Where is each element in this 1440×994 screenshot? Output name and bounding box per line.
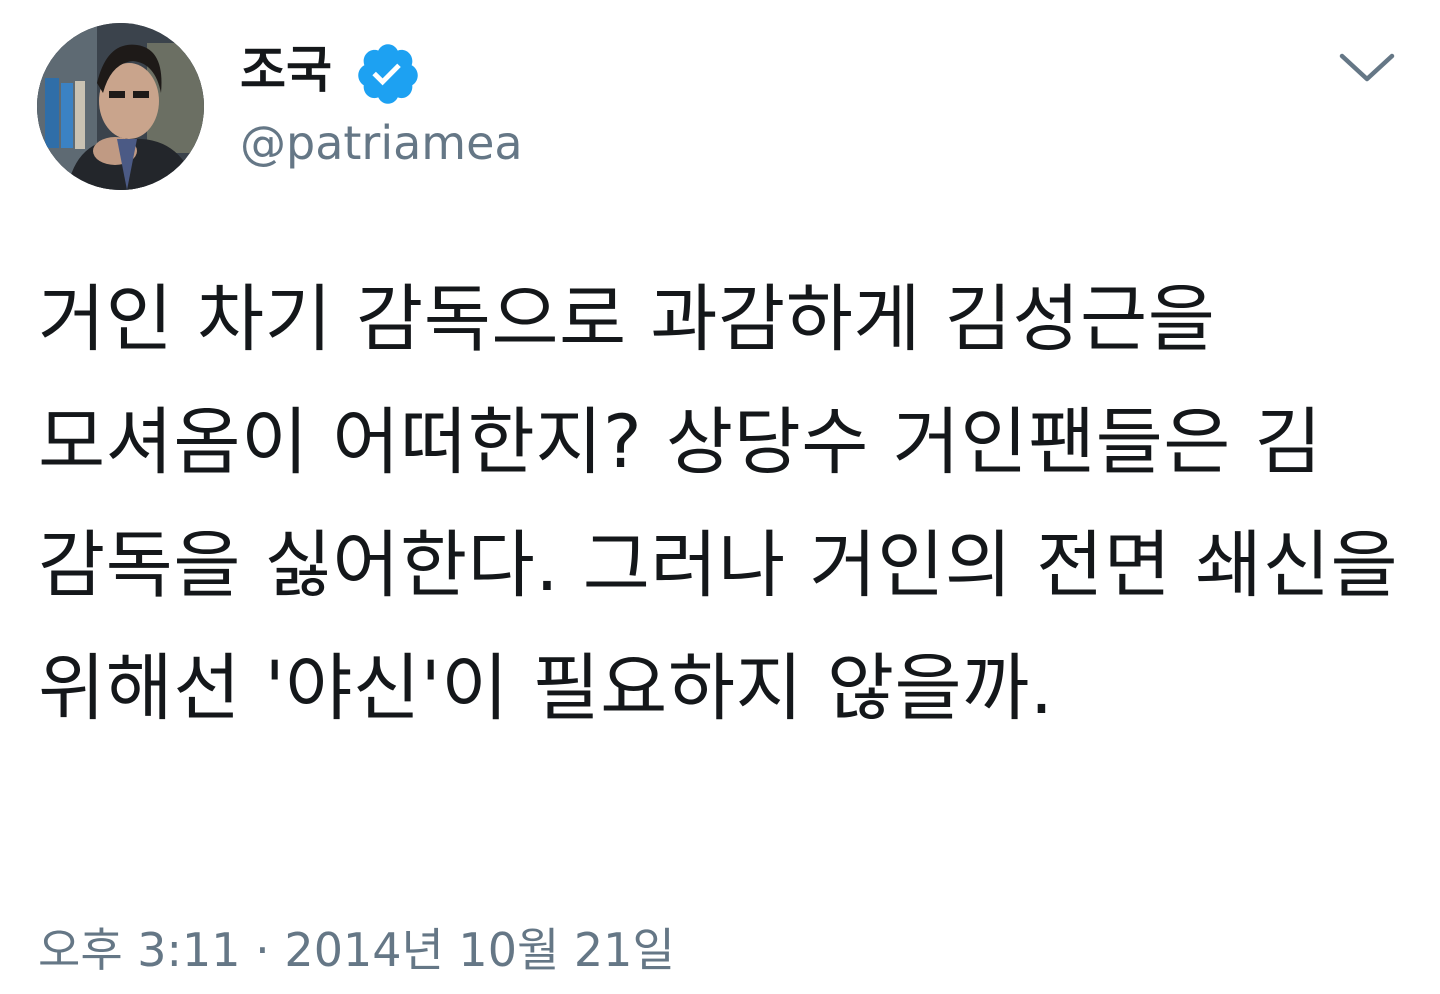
chevron-down-icon[interactable]: [1336, 46, 1398, 90]
verified-badge-icon: [358, 44, 418, 104]
avatar[interactable]: [37, 23, 204, 190]
display-name[interactable]: 조국: [240, 38, 332, 102]
tweet-card: 조국 @patriamea 거인 차기 감독으로 과감하게 김성근을 모셔옴이 …: [0, 0, 1440, 994]
tweet-text: 거인 차기 감독으로 과감하게 김성근을 모셔옴이 어떠한지? 상당수 거인팬들…: [38, 277, 1399, 731]
user-handle[interactable]: @patriamea: [240, 112, 523, 174]
tweet-timestamp[interactable]: 오후 3:11 · 2014년 10월 21일: [38, 918, 675, 982]
